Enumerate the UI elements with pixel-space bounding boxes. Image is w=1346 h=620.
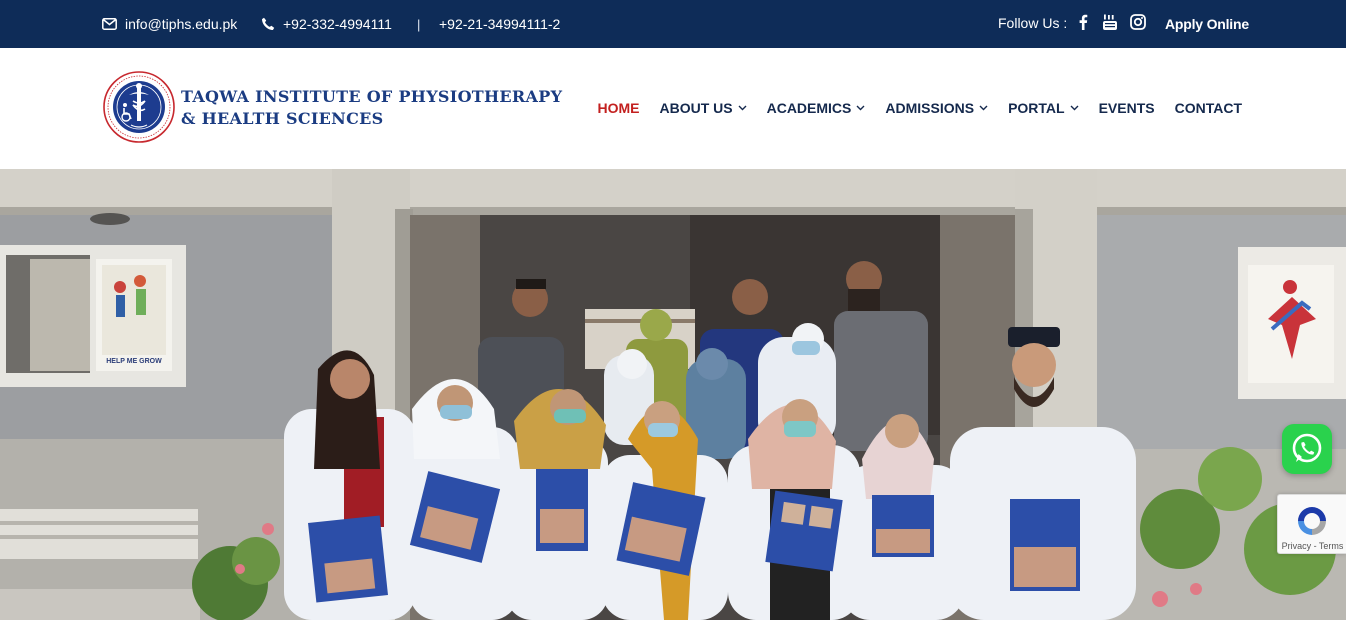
nav-home[interactable]: HOME <box>597 100 639 116</box>
nav-portal-label: PORTAL <box>1008 100 1065 116</box>
nav-admissions[interactable]: ADMISSIONS <box>885 100 988 116</box>
nav-events-label: EVENTS <box>1098 100 1155 116</box>
instagram-icon[interactable] <box>1129 13 1147 31</box>
facebook-icon[interactable] <box>1074 13 1092 31</box>
whatsapp-chat-button[interactable] <box>1282 424 1332 474</box>
phone-icon <box>262 17 275 30</box>
phone-text-2: +92-21-34994111-2 <box>439 16 561 32</box>
nav-home-label: HOME <box>597 100 640 116</box>
follow-us-label: Follow Us : <box>998 15 1068 31</box>
logo-title-line1: TAQWA INSTITUTE OF PHYSIOTHERAPY <box>181 87 563 106</box>
nav-about-us[interactable]: ABOUT US <box>659 100 747 116</box>
nav-about-us-label: ABOUT US <box>659 100 733 116</box>
nav-events[interactable]: EVENTS <box>1099 100 1155 116</box>
phone-separator: | <box>417 16 421 32</box>
chevron-down-icon <box>738 105 747 111</box>
recaptcha-icon <box>1298 507 1326 535</box>
chevron-down-icon <box>1070 105 1079 111</box>
institute-name[interactable]: TAQWA INSTITUTE OF PHYSIOTHERAPY & HEALT… <box>181 86 562 130</box>
site-header: TAQWA INSTITUTE OF PHYSIOTHERAPY & HEALT… <box>0 48 1346 169</box>
apply-online-link[interactable]: Apply Online <box>1165 0 1249 48</box>
phone-text: +92-332-4994111 <box>283 16 392 32</box>
chevron-down-icon <box>856 105 865 111</box>
hero-slider[interactable]: HELP ME GROW <box>0 169 1346 620</box>
whatsapp-icon <box>1292 433 1322 463</box>
institute-logo-icon[interactable] <box>103 71 175 143</box>
nav-academics-label: ACADEMICS <box>766 100 852 116</box>
nav-contact-label: CONTACT <box>1174 100 1242 116</box>
youtube-icon[interactable] <box>1101 13 1119 31</box>
mail-icon <box>102 18 117 30</box>
nav-academics[interactable]: ACADEMICS <box>767 100 866 116</box>
hero-photo-group-students: HELP ME GROW <box>0 169 1346 620</box>
top-bar: info@tiphs.edu.pk +92-332-4994111 | +92-… <box>0 0 1346 48</box>
phone-link[interactable]: +92-332-4994111 <box>261 0 392 48</box>
recaptcha-badge[interactable]: Privacy - Terms <box>1277 494 1346 554</box>
nav-contact[interactable]: CONTACT <box>1175 100 1242 116</box>
nav-admissions-label: ADMISSIONS <box>885 100 975 116</box>
main-navigation: HOME ABOUT US ACADEMICS ADMISSIONS PORTA… <box>577 96 1242 120</box>
nav-portal[interactable]: PORTAL <box>1008 100 1079 116</box>
chevron-down-icon <box>979 105 988 111</box>
phone-link-2[interactable]: +92-21-34994111-2 <box>439 0 560 48</box>
logo-title-line2: & HEALTH SCIENCES <box>181 109 384 128</box>
email-text: info@tiphs.edu.pk <box>125 16 238 32</box>
poster-caption-help-me-grow: HELP ME GROW <box>106 358 162 365</box>
recaptcha-privacy-terms[interactable]: Privacy - Terms <box>1278 541 1346 551</box>
email-link[interactable]: info@tiphs.edu.pk <box>102 0 237 48</box>
